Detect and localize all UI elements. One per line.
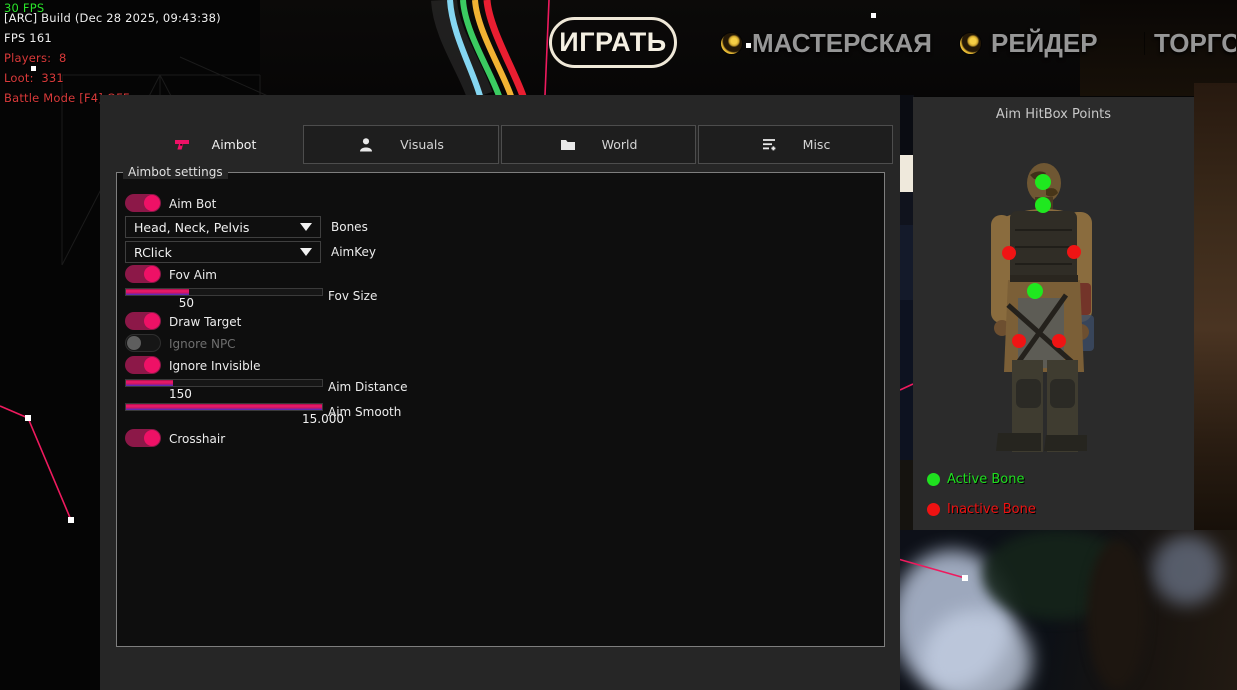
aim-distance-label: Aim Distance — [328, 380, 408, 394]
ignore-npc-label: Ignore NPC — [169, 337, 236, 351]
draw-target-label: Draw Target — [169, 315, 241, 329]
coin-icon — [960, 33, 981, 54]
green-dot-icon — [927, 473, 940, 486]
crosshair-label: Crosshair — [169, 432, 225, 446]
tab-label: Visuals — [400, 137, 444, 152]
tab-label: World — [602, 137, 638, 152]
tab-visuals[interactable]: Visuals — [303, 125, 499, 164]
hitbox-panel-title: Aim HitBox Points — [913, 107, 1194, 122]
legend-active-bone: Active Bone — [927, 472, 1024, 487]
fov-aim-toggle[interactable] — [125, 265, 161, 283]
pistol-icon — [174, 137, 190, 153]
chevron-down-icon — [300, 248, 312, 256]
ignore-invisible-toggle[interactable] — [125, 356, 161, 374]
hud-fps: FPS 161 — [4, 31, 52, 45]
legend-label: Inactive Bone — [947, 502, 1036, 517]
bone-dot-right-thigh-inactive — [1052, 334, 1066, 348]
tab-label: Aimbot — [212, 137, 257, 152]
aimkey-label: AimKey — [331, 245, 376, 259]
white-dot — [871, 13, 876, 18]
aim-bot-toggle[interactable] — [125, 194, 161, 212]
fov-aim-label: Fov Aim — [169, 268, 217, 282]
tab-aimbot[interactable]: Aimbot — [130, 125, 300, 164]
folder-icon — [560, 137, 576, 153]
aim-distance-value: 150 — [169, 387, 192, 401]
tab-misc[interactable]: Misc — [698, 125, 893, 164]
aim-smooth-slider[interactable] — [125, 403, 323, 411]
cheat-menu-panel: Aimbot Visuals World — [100, 95, 900, 690]
tab-label: Misc — [803, 137, 831, 152]
legend-label: Active Bone — [947, 472, 1024, 487]
aim-smooth-label: Aim Smooth — [328, 405, 401, 419]
aimkey-dropdown-value: RClick — [134, 245, 294, 260]
background-rock-texture — [1194, 83, 1237, 530]
group-title: Aimbot settings — [123, 165, 228, 179]
ignore-npc-toggle[interactable] — [125, 334, 161, 352]
background-bottom-right — [897, 530, 1237, 690]
bones-dropdown-value: Head, Neck, Pelvis — [134, 220, 294, 235]
bone-dot-left-thigh-inactive — [1012, 334, 1026, 348]
crosshair-toggle[interactable] — [125, 429, 161, 447]
bones-dropdown[interactable]: Head, Neck, Pelvis — [125, 216, 321, 238]
bone-dot-right-arm-inactive — [1067, 245, 1081, 259]
rainbow-trail — [430, 0, 560, 96]
bones-label: Bones — [331, 220, 368, 234]
fov-size-value: 50 — [179, 296, 194, 310]
menu-item-raider[interactable]: РЕЙДЕР — [960, 28, 1098, 59]
hud-build-info: [ARC] Build (Dec 28 2025, 09:43:38) — [4, 11, 221, 25]
hud-players: Players: 8 — [4, 51, 66, 65]
bone-dot-head-active — [1035, 174, 1051, 190]
menu-item-label: РЕЙДЕР — [991, 28, 1098, 59]
person-icon — [358, 137, 374, 153]
bone-dot-pelvis-active — [1027, 283, 1043, 299]
hitbox-preview-panel: Aim HitBox Points — [913, 97, 1194, 530]
aim-bot-label: Aim Bot — [169, 197, 216, 211]
fov-size-slider[interactable] — [125, 288, 323, 296]
hud-loot: Loot: 331 — [4, 71, 64, 85]
menu-item-workshop[interactable]: МАСТЕРСКАЯ — [721, 28, 932, 59]
menu-item-label: ТОРГО — [1154, 28, 1236, 59]
aimkey-dropdown[interactable]: RClick — [125, 241, 321, 263]
red-dot-icon — [927, 503, 940, 516]
aimbot-settings-group: Aimbot settings Aim Bot Head, Neck, Pelv… — [116, 172, 885, 647]
menu-item-label: МАСТЕРСКАЯ — [752, 28, 932, 59]
screen: 30 FPS [ARC] Build (Dec 28 2025, 09:43:3… — [0, 0, 1237, 690]
aim-distance-slider[interactable] — [125, 379, 323, 387]
draw-target-toggle[interactable] — [125, 312, 161, 330]
legend-inactive-bone: Inactive Bone — [927, 502, 1036, 517]
bone-dot-neck-active — [1035, 197, 1051, 213]
sliders-icon — [761, 137, 777, 153]
ignore-invisible-label: Ignore Invisible — [169, 359, 260, 373]
chevron-down-icon — [300, 223, 312, 231]
fov-size-label: Fov Size — [328, 289, 377, 303]
tab-world[interactable]: World — [501, 125, 696, 164]
play-button-label: ИГРАТЬ — [559, 27, 666, 58]
play-button[interactable]: ИГРАТЬ — [549, 17, 677, 68]
coin-icon — [721, 33, 742, 54]
menu-item-trade[interactable]: ТОРГО — [1144, 28, 1236, 59]
bone-dot-left-arm-inactive — [1002, 246, 1016, 260]
